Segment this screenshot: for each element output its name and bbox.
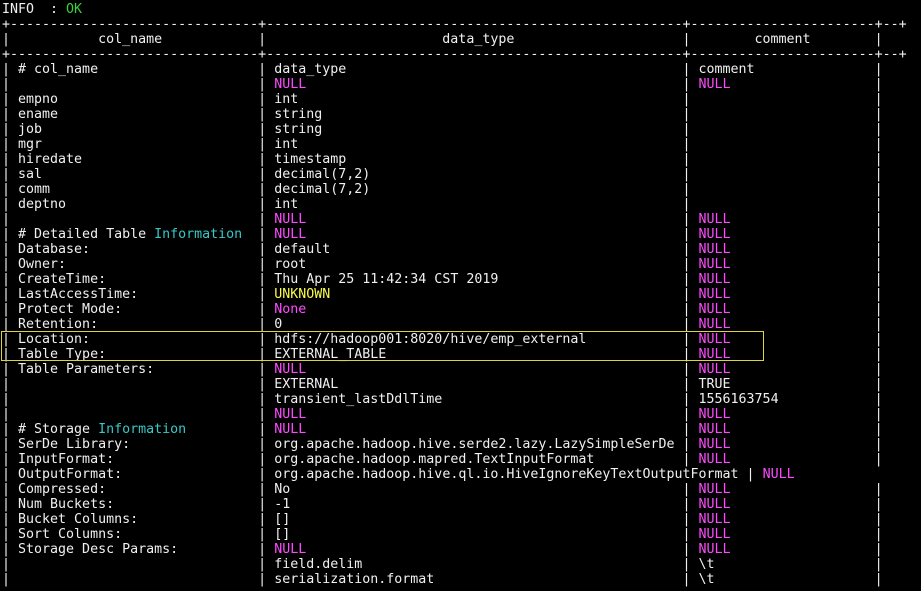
status-line: INFO : OK [2, 2, 921, 17]
describe-table: +-------------------------------+-------… [2, 17, 921, 587]
terminal-line: | mgr | int | | [2, 137, 921, 152]
terminal-line: | Storage Desc Params: | NULL | NULL | [2, 542, 921, 557]
terminal-line: | Protect Mode: | None | NULL | [2, 302, 921, 317]
terminal-line: | sal | decimal(7,2) | | [2, 167, 921, 182]
terminal-line: | Sort Columns: | [] | NULL | [2, 527, 921, 542]
terminal-line: | # Detailed Table Information | NULL | … [2, 227, 921, 242]
terminal-line: | col_name | data_type | comment | [2, 32, 921, 47]
terminal-line: | Location: | hdfs://hadoop001:8020/hive… [2, 332, 921, 347]
terminal-line: | Num Buckets: | -1 | NULL | [2, 497, 921, 512]
terminal-line: | OutputFormat: | org.apache.hadoop.hive… [2, 467, 921, 482]
terminal-line: +-------------------------------+-------… [2, 47, 921, 62]
terminal-line: | empno | int | | [2, 92, 921, 107]
terminal-line: | Database: | default | NULL | [2, 242, 921, 257]
terminal-line: | | NULL | NULL | [2, 407, 921, 422]
terminal-line: +-------------------------------+-------… [2, 17, 921, 32]
terminal-line: | hiredate | timestamp | | [2, 152, 921, 167]
terminal-line: | LastAccessTime: | UNKNOWN | NULL | [2, 287, 921, 302]
terminal-line: | | transient_lastDdlTime | 1556163754 | [2, 392, 921, 407]
terminal-line: | SerDe Library: | org.apache.hadoop.hiv… [2, 437, 921, 452]
terminal-line: | ename | string | | [2, 107, 921, 122]
terminal-line: | deptno | int | | [2, 197, 921, 212]
terminal-line: | CreateTime: | Thu Apr 25 11:42:34 CST … [2, 272, 921, 287]
terminal-line: | Table Parameters: | NULL | NULL | [2, 362, 921, 377]
terminal-line: | Owner: | root | NULL | [2, 257, 921, 272]
terminal-screen: INFO : OK +-----------------------------… [0, 0, 921, 591]
terminal-line: | | field.delim | \t | [2, 557, 921, 572]
terminal-line: | | EXTERNAL | TRUE | [2, 377, 921, 392]
terminal-line: | job | string | | [2, 122, 921, 137]
terminal-line: | # col_name | data_type | comment | [2, 62, 921, 77]
terminal-line: | # Storage Information | NULL | NULL | [2, 422, 921, 437]
terminal-line: | Compressed: | No | NULL | [2, 482, 921, 497]
terminal-line: | | NULL | NULL | [2, 212, 921, 227]
terminal-line: | InputFormat: | org.apache.hadoop.mapre… [2, 452, 921, 467]
terminal-line: | Bucket Columns: | [] | NULL | [2, 512, 921, 527]
terminal-line: | Retention: | 0 | NULL | [2, 317, 921, 332]
terminal-line: | Table Type: | EXTERNAL_TABLE | NULL | [2, 347, 921, 362]
terminal-line: | | NULL | NULL | [2, 77, 921, 92]
terminal-line: | comm | decimal(7,2) | | [2, 182, 921, 197]
terminal-line: | | serialization.format | \t | [2, 572, 921, 587]
